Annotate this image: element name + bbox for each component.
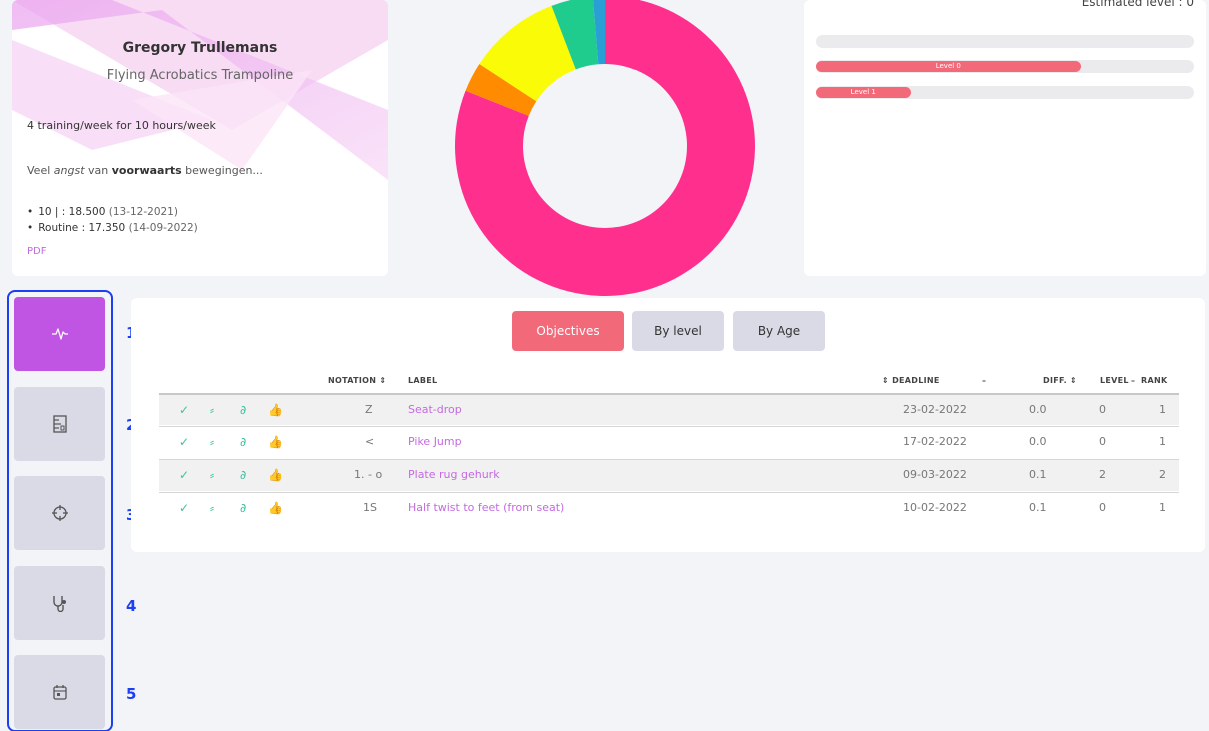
level-bar: Level 1 (816, 86, 1194, 99)
validate-icon[interactable]: ✓ (179, 501, 189, 515)
cell-rank: 2 (1159, 468, 1166, 481)
pdf-link[interactable]: PDF (27, 246, 46, 257)
deadline-sort-indicator[interactable]: – (982, 376, 986, 385)
link-icon[interactable]: ∂ (240, 403, 246, 417)
cell-label[interactable]: Plate rug gehurk (408, 468, 500, 481)
athlete-discipline: Flying Acrobatics Trampoline (106, 68, 294, 83)
score-item: Routine : 17.350 (14-09-2022) (27, 220, 198, 236)
stethoscope-icon (52, 596, 66, 612)
cell-rank: 1 (1159, 403, 1166, 416)
table-row[interactable]: ✓ ⸗ ∂ 👍 < Pike Jump 17-02-2022 0.0 0 1 (159, 426, 1179, 458)
level-bar-fill: Level 1 (816, 87, 911, 98)
cell-diff: 0.0 (1029, 403, 1047, 416)
cell-label[interactable]: Pike Jump (408, 435, 462, 448)
cell-level: 0 (1099, 403, 1106, 416)
column-header-label[interactable]: LABEL (408, 376, 437, 385)
profile-card: Gregory Trullemans Flying Acrobatics Tra… (12, 0, 388, 276)
estimated-level: Estimated level : 0 (1081, 0, 1194, 9)
column-header-level[interactable]: LEVEL (1100, 376, 1129, 385)
score-item: 10 | : 18.500 (13-12-2021) (27, 204, 198, 220)
target-icon (51, 505, 68, 521)
nav-calendar-button[interactable] (14, 655, 105, 729)
nav-activity-button[interactable] (14, 297, 105, 371)
ruler-icon (52, 415, 67, 433)
level-bar: Level 0 (816, 60, 1194, 73)
objectives-panel: Objectives By level By Age NOTATION ⇕ LA… (131, 298, 1205, 552)
calendar-icon (52, 684, 67, 700)
cell-notation: < (365, 435, 375, 448)
link-icon[interactable]: ∂ (240, 468, 246, 482)
table-row[interactable]: ✓ ⸗ ∂ 👍 1S Half twist to feet (from seat… (159, 492, 1179, 524)
column-header-diff[interactable]: DIFF. ⇕ (1043, 376, 1077, 385)
level-sort-indicator[interactable]: – (1131, 376, 1135, 385)
validate-icon[interactable]: ✓ (179, 468, 189, 482)
level-bar-fill: Level 0 (816, 61, 1081, 72)
cell-notation: 1. - o (354, 468, 383, 481)
cell-notation: 1S (363, 501, 377, 514)
cell-level: 0 (1099, 435, 1106, 448)
cell-diff: 0.0 (1029, 435, 1047, 448)
cell-rank: 1 (1159, 435, 1166, 448)
column-header-deadline[interactable]: ⇕ DEADLINE (882, 376, 940, 385)
column-header-rank[interactable]: RANK (1141, 376, 1167, 385)
cell-notation: Z (365, 403, 373, 416)
tab-by-age[interactable]: By Age (733, 311, 825, 351)
cell-label[interactable]: Seat-drop (408, 403, 462, 416)
column-header-notation[interactable]: NOTATION ⇕ (328, 376, 386, 385)
nav-measures-button[interactable] (14, 387, 105, 461)
tab-by-level[interactable]: By level (632, 311, 724, 351)
activity-icon (51, 328, 68, 340)
best-scores-list: 10 | : 18.500 (13-12-2021) Routine : 17.… (27, 204, 198, 236)
nav-objectives-button[interactable] (14, 476, 105, 550)
cell-diff: 0.1 (1029, 501, 1047, 514)
validate-icon[interactable]: ✓ (179, 435, 189, 449)
nav-health-button[interactable] (14, 566, 105, 640)
like-icon[interactable]: 👍 (268, 403, 283, 417)
skills-donut-chart (455, 0, 755, 296)
flags-icon[interactable]: ⸗ (210, 468, 214, 482)
cell-level: 2 (1099, 468, 1106, 481)
flags-icon[interactable]: ⸗ (210, 501, 214, 515)
level-card: Estimated level : 0 Level 0 Level 1 (804, 0, 1206, 276)
link-icon[interactable]: ∂ (240, 501, 246, 515)
like-icon[interactable]: 👍 (268, 435, 283, 449)
cell-diff: 0.1 (1029, 468, 1047, 481)
like-icon[interactable]: 👍 (268, 501, 283, 515)
link-icon[interactable]: ∂ (240, 435, 246, 449)
flags-icon[interactable]: ⸗ (210, 403, 214, 417)
cell-deadline: 09-03-2022 (903, 468, 967, 481)
nav-number-5: 5 (126, 685, 137, 703)
athlete-note: Veel angst van voorwaarts bewegingen... (27, 164, 263, 177)
athlete-name: Gregory Trullemans (122, 40, 278, 56)
cell-level: 0 (1099, 501, 1106, 514)
level-bar (816, 35, 1194, 48)
training-summary: 4 training/week for 10 hours/week (27, 119, 216, 132)
cell-deadline: 10-02-2022 (903, 501, 967, 514)
cell-deadline: 23-02-2022 (903, 403, 967, 416)
flags-icon[interactable]: ⸗ (210, 435, 214, 449)
nav-number-4: 4 (126, 597, 137, 615)
table-row[interactable]: ✓ ⸗ ∂ 👍 Z Seat-drop 23-02-2022 0.0 0 1 (159, 393, 1179, 425)
table-row[interactable]: ✓ ⸗ ∂ 👍 1. - o Plate rug gehurk 09-03-20… (159, 459, 1179, 491)
validate-icon[interactable]: ✓ (179, 403, 189, 417)
cell-rank: 1 (1159, 501, 1166, 514)
cell-deadline: 17-02-2022 (903, 435, 967, 448)
cell-label[interactable]: Half twist to feet (from seat) (408, 501, 564, 514)
like-icon[interactable]: 👍 (268, 468, 283, 482)
tab-objectives[interactable]: Objectives (512, 311, 624, 351)
